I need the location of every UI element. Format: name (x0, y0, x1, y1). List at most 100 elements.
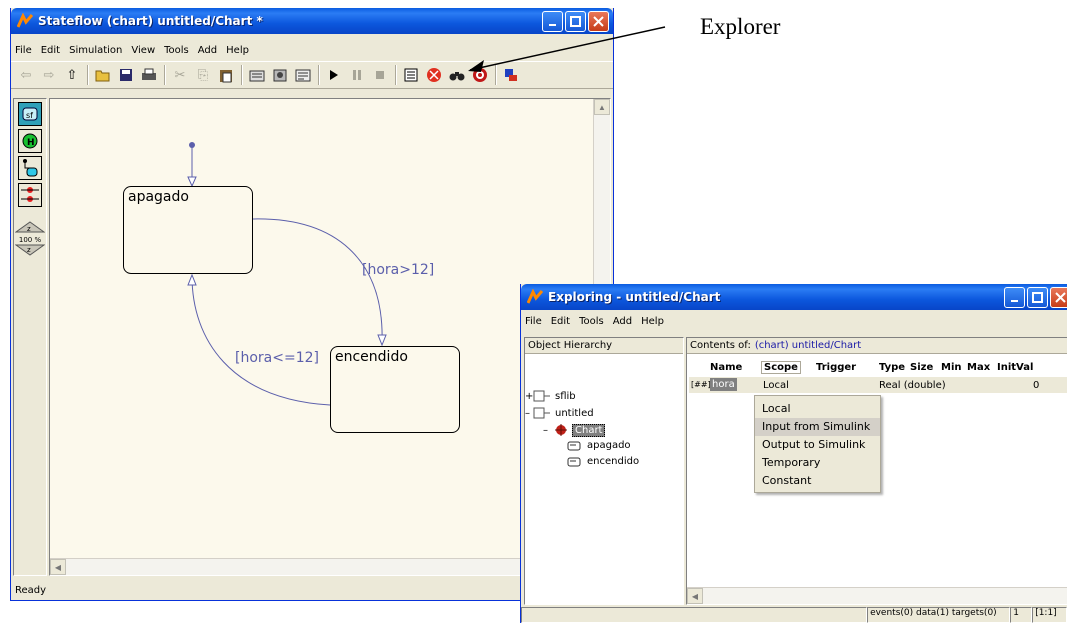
open-icon[interactable] (94, 66, 112, 84)
menu-tools[interactable]: Tools (164, 45, 189, 56)
connective-junction-tool-button[interactable] (18, 183, 42, 207)
paste-icon[interactable] (217, 66, 235, 84)
scope-option-output[interactable]: Output to Simulink (755, 436, 880, 454)
data-type-cell[interactable]: Real (double) (879, 380, 946, 391)
column-size[interactable]: Size (910, 362, 933, 373)
cut-icon[interactable]: ✂ (171, 66, 189, 84)
stateflow-titlebar[interactable]: Stateflow (chart) untitled/Chart * (11, 8, 613, 34)
close-button[interactable] (588, 11, 609, 32)
scope-option-local[interactable]: Local (755, 400, 880, 418)
chart-icon (555, 424, 567, 436)
scope-option-temporary[interactable]: Temporary (755, 454, 880, 472)
status-blank (521, 607, 868, 623)
status-counts: events(0) data(1) targets(0) (867, 607, 1011, 623)
find-icon[interactable] (448, 66, 466, 84)
contents-path[interactable]: (chart) untitled/Chart (755, 340, 861, 351)
tree-item-untitled[interactable]: – untitled (525, 407, 594, 419)
explorer-menubar: File Edit Tools Add Help (521, 312, 1067, 330)
explorer-menu-tools[interactable]: Tools (579, 316, 604, 327)
explorer-menu-edit[interactable]: Edit (551, 316, 570, 327)
build-icon[interactable] (248, 66, 266, 84)
rebuild-icon[interactable] (271, 66, 289, 84)
column-min[interactable]: Min (941, 362, 962, 373)
default-transition-tool-button[interactable] (18, 156, 42, 180)
chart-collapse-icon[interactable]: – (543, 425, 553, 436)
chart-horizontal-scrollbar[interactable]: ◀ (50, 558, 595, 575)
state-tool-button[interactable]: sf (18, 102, 42, 126)
simulink-icon[interactable] (502, 66, 520, 84)
menu-add[interactable]: Add (198, 45, 217, 56)
tree-item-chart[interactable]: – Chart (543, 423, 606, 437)
menu-file[interactable]: File (15, 45, 32, 56)
stateflow-toolbar: ⇦ ⇨ ⇧ ✂ ⎘ (11, 61, 613, 89)
state-encendido-label: encendido (335, 349, 408, 365)
contents-scroll-left-icon[interactable]: ◀ (687, 588, 703, 604)
column-name[interactable]: Name (710, 362, 742, 373)
maximize-button[interactable] (565, 11, 586, 32)
back-icon[interactable]: ⇦ (17, 66, 35, 84)
copy-icon[interactable]: ⎘ (194, 66, 212, 84)
contents-horizontal-scrollbar[interactable]: ◀ (687, 587, 1067, 604)
explorer-minimize-button[interactable] (1004, 287, 1025, 308)
up-icon[interactable]: ⇧ (63, 66, 81, 84)
zoom-control[interactable]: z 100 % z (14, 221, 46, 259)
scroll-up-icon[interactable]: ▲ (594, 99, 610, 115)
explorer-titlebar[interactable]: Exploring - untitled/Chart (521, 284, 1067, 310)
scope-option-input[interactable]: Input from Simulink (755, 418, 880, 436)
data-icon: [##] (691, 380, 711, 389)
transition-on-to-off-path[interactable] (191, 275, 331, 406)
column-trigger[interactable]: Trigger (816, 362, 856, 373)
expand-icon[interactable]: + (525, 391, 533, 402)
table-row[interactable] (689, 377, 1067, 393)
column-max[interactable]: Max (967, 362, 990, 373)
explorer-icon[interactable] (402, 66, 420, 84)
data-initval-cell[interactable]: 0 (1033, 380, 1039, 391)
start-icon[interactable] (325, 66, 343, 84)
close-icon (593, 16, 604, 27)
scroll-left-icon[interactable]: ◀ (50, 559, 66, 575)
transition-label-off-to-on[interactable]: [hora>12] (362, 262, 434, 278)
transition-off-to-on-path[interactable] (251, 218, 383, 345)
status-range: [1:1] (1032, 607, 1067, 623)
tree-item-encendido[interactable]: encendido (567, 456, 639, 467)
minimize-button[interactable] (542, 11, 563, 32)
transition-label-on-to-off[interactable]: [hora<=12] (235, 350, 319, 366)
state-apagado-label: apagado (128, 189, 189, 205)
target-builder-icon[interactable] (294, 66, 312, 84)
state-encendido[interactable]: encendido (330, 346, 460, 433)
menu-view[interactable]: View (131, 45, 155, 56)
state-apagado[interactable]: apagado (123, 186, 253, 274)
scope-option-constant[interactable]: Constant (755, 472, 880, 490)
stop-icon[interactable] (371, 66, 389, 84)
target-icon[interactable] (471, 66, 489, 84)
column-initval[interactable]: InitVal (997, 362, 1033, 373)
menu-help[interactable]: Help (226, 45, 249, 56)
collapse-icon[interactable]: – (525, 408, 533, 419)
explorer-maximize-button[interactable] (1027, 287, 1048, 308)
model-icon (533, 407, 550, 419)
svg-text:z: z (27, 246, 31, 254)
debugger-icon[interactable] (425, 66, 443, 84)
zoom-out-icon[interactable]: z (14, 244, 46, 256)
history-junction-tool-button[interactable]: H (18, 129, 42, 153)
menu-edit[interactable]: Edit (41, 45, 60, 56)
state-icon (567, 457, 581, 466)
zoom-in-icon[interactable]: z (14, 221, 46, 233)
forward-icon[interactable]: ⇨ (40, 66, 58, 84)
explorer-menu-file[interactable]: File (525, 316, 542, 327)
explorer-menu-add[interactable]: Add (613, 316, 632, 327)
data-name-cell[interactable]: hora (710, 378, 737, 391)
tree-item-sflib[interactable]: + sflib (525, 390, 576, 402)
column-scope[interactable]: Scope (761, 361, 801, 374)
column-type[interactable]: Type (879, 362, 905, 373)
explorer-menu-help[interactable]: Help (641, 316, 664, 327)
save-icon[interactable] (117, 66, 135, 84)
menu-simulation[interactable]: Simulation (69, 45, 122, 56)
tree-item-apagado[interactable]: apagado (567, 440, 631, 451)
pause-icon[interactable] (348, 66, 366, 84)
explorer-close-button[interactable] (1050, 287, 1067, 308)
data-scope-cell[interactable]: Local (763, 380, 789, 391)
print-icon[interactable] (140, 66, 158, 84)
scope-dropdown-menu: Local Input from Simulink Output to Simu… (754, 395, 881, 493)
window-title: Stateflow (chart) untitled/Chart * (38, 14, 263, 28)
